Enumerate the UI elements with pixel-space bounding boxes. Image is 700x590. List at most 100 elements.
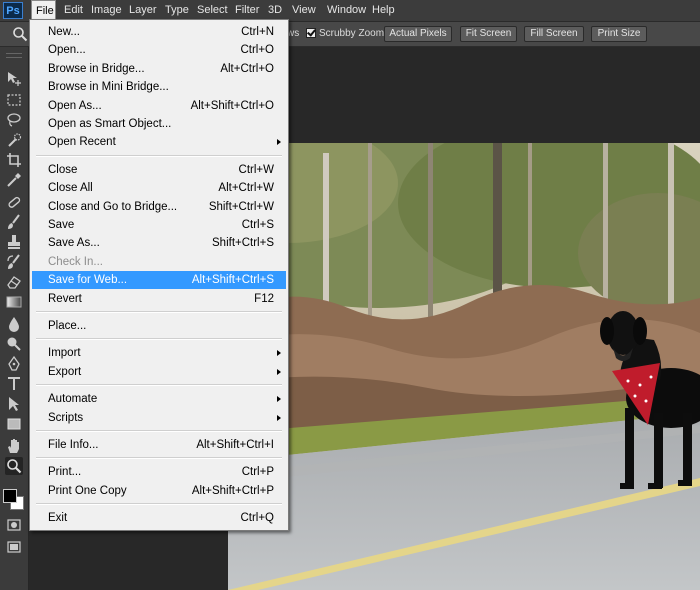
path-select-icon[interactable]	[5, 395, 23, 413]
submenu-arrow-icon	[277, 350, 281, 357]
quick-mask-icon[interactable]	[5, 516, 23, 534]
file-menu-item-close[interactable]: Close Ctrl+W	[32, 161, 286, 179]
menu-item-label: Open...	[48, 44, 86, 57]
file-menu-item-exit[interactable]: Exit Ctrl+Q	[32, 509, 286, 527]
menu-image[interactable]: Image	[87, 0, 126, 21]
file-menu-item-open-as-smart-object[interactable]: Open as Smart Object...	[32, 115, 286, 133]
eraser-icon[interactable]	[5, 273, 23, 291]
file-menu-item-open[interactable]: Open... Ctrl+O	[32, 41, 286, 59]
menu-file[interactable]: File	[31, 0, 56, 21]
scrubby-zoom-label: Scrubby Zoom	[319, 28, 385, 39]
file-menu-item-print[interactable]: Print... Ctrl+P	[32, 463, 286, 481]
marquee-icon[interactable]	[5, 91, 23, 109]
menu-item-label: Open As...	[48, 99, 102, 112]
menu-item-label: Browse in Bridge...	[48, 62, 145, 75]
menu-item-label: Open Recent	[48, 136, 116, 149]
file-menu-item-file-info[interactable]: File Info... Alt+Shift+Ctrl+I	[32, 436, 286, 454]
file-menu-item-revert[interactable]: Revert F12	[32, 290, 286, 308]
file-menu-item-browse-in-mini-bridge[interactable]: Browse in Mini Bridge...	[32, 78, 286, 96]
file-menu-item-check-in: Check In...	[32, 253, 286, 271]
panel-grip[interactable]	[6, 53, 22, 58]
file-menu-item-open-as[interactable]: Open As... Alt+Shift+Ctrl+O	[32, 97, 286, 115]
menu-item-label: Revert	[48, 292, 82, 305]
zoom-icon[interactable]	[5, 457, 23, 475]
menu-item-label: Close	[48, 163, 78, 176]
zoom-tool-icon[interactable]	[12, 26, 28, 42]
type-icon[interactable]	[5, 375, 23, 393]
menu-item-shortcut: Shift+Ctrl+W	[208, 200, 274, 213]
menu-select[interactable]: Select	[193, 0, 232, 21]
menu-separator	[36, 384, 282, 387]
file-menu-item-open-recent[interactable]: Open Recent	[32, 133, 286, 151]
menu-help[interactable]: Help	[368, 0, 399, 21]
clone-stamp-icon[interactable]	[5, 233, 23, 251]
file-menu-item-save-for-web[interactable]: Save for Web... Alt+Shift+Ctrl+S	[32, 271, 286, 290]
menu-item-shortcut: Shift+Ctrl+S	[212, 237, 274, 250]
quick-select-icon[interactable]	[5, 131, 23, 149]
document-photo[interactable]	[228, 143, 700, 590]
menu-separator	[36, 503, 282, 506]
file-menu-item-import[interactable]: Import	[32, 344, 286, 362]
file-menu-item-close-all[interactable]: Close All Alt+Ctrl+W	[32, 179, 286, 197]
fill-screen-button[interactable]: Fill Screen	[524, 26, 584, 42]
dodge-icon[interactable]	[5, 335, 23, 353]
file-menu-item-place[interactable]: Place...	[32, 317, 286, 335]
menu-item-label: New...	[48, 26, 80, 38]
rectangle-icon[interactable]	[5, 415, 23, 433]
foreground-color-swatch[interactable]	[3, 489, 17, 503]
file-menu-item-export[interactable]: Export	[32, 363, 286, 381]
menu-separator	[36, 311, 282, 313]
tools-panel	[0, 47, 29, 590]
file-menu-item-automate[interactable]: Automate	[32, 390, 286, 408]
menu-item-shortcut: Ctrl+Q	[240, 512, 274, 525]
file-menu-item-close-and-go-to-bridge[interactable]: Close and Go to Bridge... Shift+Ctrl+W	[32, 198, 286, 216]
lasso-icon[interactable]	[5, 111, 23, 129]
file-menu-item-new[interactable]: New... Ctrl+N	[32, 23, 286, 41]
menu-item-label: File Info...	[48, 439, 99, 451]
blur-icon[interactable]	[5, 315, 23, 333]
crop-icon[interactable]	[5, 151, 23, 169]
gradient-icon[interactable]	[5, 293, 23, 311]
menu-item-label: Exit	[48, 512, 68, 525]
file-menu-item-save-as[interactable]: Save As... Shift+Ctrl+S	[32, 234, 286, 252]
menu-item-shortcut: Alt+Shift+Ctrl+S	[191, 274, 274, 287]
file-menu-item-scripts[interactable]: Scripts	[32, 409, 286, 427]
brush-icon[interactable]	[5, 213, 23, 231]
menu-filter[interactable]: Filter	[231, 0, 263, 21]
menu-item-shortcut: Alt+Shift+Ctrl+O	[190, 99, 274, 112]
menu-type[interactable]: Type	[161, 0, 193, 21]
eyedropper-icon[interactable]	[5, 171, 23, 189]
menu-separator	[36, 154, 282, 157]
menu-view[interactable]: View	[288, 0, 320, 21]
menu-3d[interactable]: 3D	[264, 0, 286, 21]
menu-item-shortcut: Alt+Ctrl+W	[218, 182, 274, 195]
menu-window[interactable]: Window	[323, 0, 370, 21]
screen-mode-icon[interactable]	[5, 538, 23, 556]
menu-item-label: Automate	[48, 393, 98, 406]
menu-item-shortcut: Ctrl+O	[240, 44, 274, 57]
menu-item-shortcut: Ctrl+S	[241, 219, 274, 231]
submenu-arrow-icon	[277, 368, 281, 375]
menu-edit[interactable]: Edit	[60, 0, 87, 21]
menu-item-label: Check In...	[48, 255, 103, 268]
actual-pixels-button[interactable]: Actual Pixels	[384, 26, 452, 42]
print-size-button[interactable]: Print Size	[591, 26, 647, 42]
menu-item-shortcut: Alt+Shift+Ctrl+P	[191, 484, 274, 497]
file-menu-item-save[interactable]: Save Ctrl+S	[32, 216, 286, 234]
photoshop-logo[interactable]: Ps	[3, 2, 23, 19]
healing-brush-icon[interactable]	[5, 193, 23, 211]
scrubby-zoom-checkbox[interactable]	[306, 28, 316, 38]
menu-item-shortcut: F12	[254, 292, 274, 305]
fit-screen-button[interactable]: Fit Screen	[460, 26, 517, 42]
history-brush-icon[interactable]	[5, 253, 23, 271]
menu-item-label: Browse in Mini Bridge...	[48, 81, 169, 94]
menu-layer[interactable]: Layer	[125, 0, 161, 21]
hand-icon[interactable]	[5, 437, 23, 455]
pen-icon[interactable]	[5, 355, 23, 373]
file-menu-item-print-one-copy[interactable]: Print One Copy Alt+Shift+Ctrl+P	[32, 482, 286, 500]
menu-separator	[36, 338, 282, 341]
move-icon[interactable]	[5, 69, 23, 87]
file-menu-dropdown: New... Ctrl+N Open... Ctrl+O Browse in Bridg…	[29, 19, 289, 531]
menu-item-shortcut: Alt+Ctrl+O	[220, 62, 274, 75]
file-menu-item-browse-in-bridge[interactable]: Browse in Bridge... Alt+Ctrl+O	[32, 60, 286, 78]
